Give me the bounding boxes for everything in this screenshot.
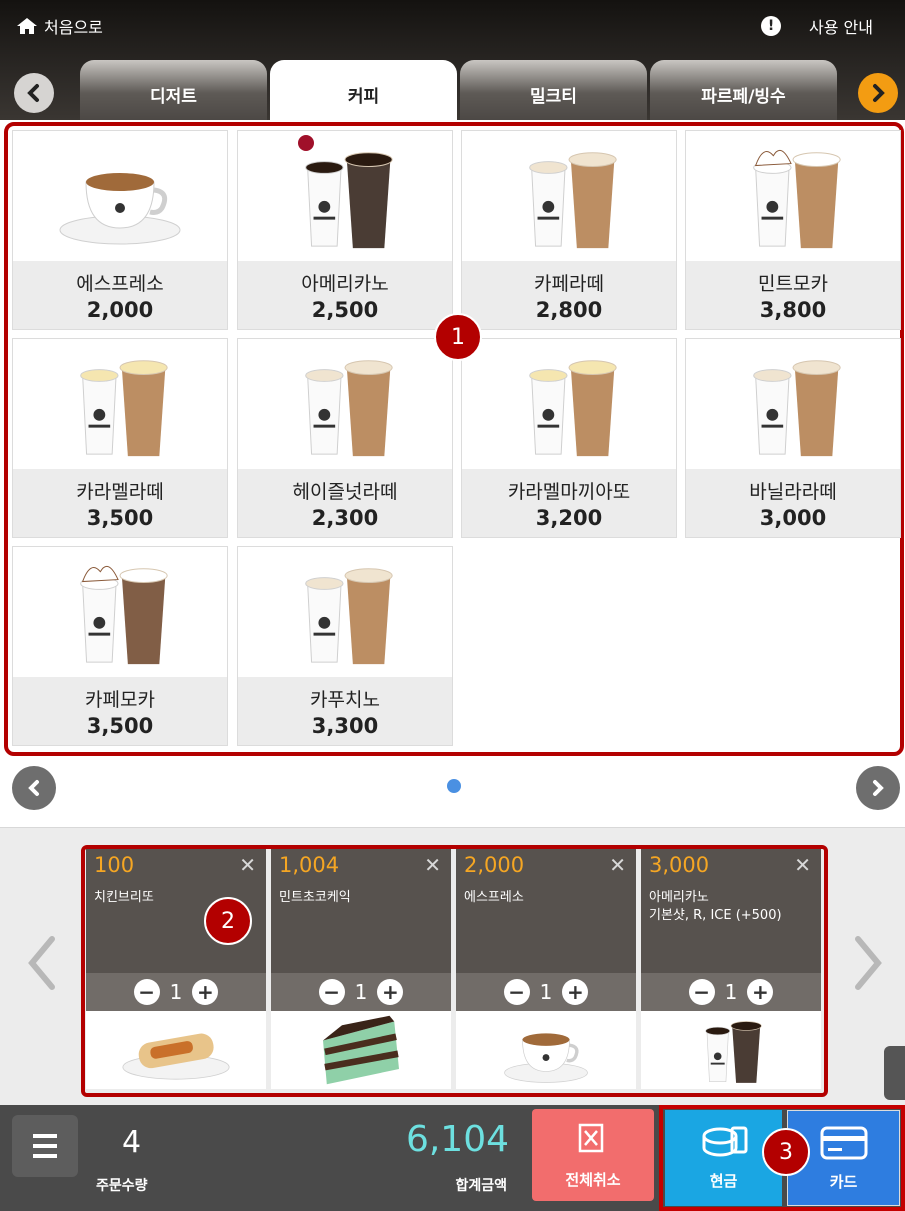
menu-item-price: 3,800 [759,298,827,322]
top-bar: 처음으로 ! 사용 안내 디저트 커피 밀크티 파르페/빙수 [0,0,905,120]
alert-icon: ! [761,16,782,36]
menu-item-card[interactable]: 카라멜마끼아또 3,200 [461,338,677,538]
home-label: 처음으로 [44,18,103,37]
menu-item-price: 3,300 [311,714,379,738]
menu-item-card[interactable]: 아메리카노 2,500 [237,130,453,330]
tab-next-button[interactable] [858,73,898,113]
tab-milk-tea[interactable]: 밀크티 [460,60,647,120]
tab-coffee[interactable]: 커피 [270,60,457,120]
menu-item-name: 바닐라라떼 [749,481,837,503]
latte-cups-icon [686,339,900,471]
home-button[interactable]: 처음으로 [16,14,103,38]
menu-item-name: 카라멜라떼 [76,481,164,503]
page-prev-button[interactable] [12,766,56,810]
total-amount-label: 합계금액 [455,1178,507,1194]
new-badge-icon [298,135,314,151]
menu-item-card[interactable]: 카페모카 3,500 [12,546,228,746]
latte-cups-icon [238,547,452,679]
menu-item-price: 3,200 [535,506,603,530]
menu-item-price: 2,500 [311,298,379,322]
cancel-all-button[interactable]: 전체취소 [532,1109,654,1201]
menu-item-card[interactable]: 카페라떼 2,800 [461,130,677,330]
callout-badge-3: 3 [762,1128,810,1176]
side-handle[interactable] [884,1046,905,1100]
chevron-right-icon [873,780,884,796]
cart-next-button[interactable] [852,935,884,995]
help-button[interactable]: ! 사용 안내 [761,14,873,38]
total-amount: 6,104 [405,1119,509,1160]
chevron-left-icon [27,84,39,102]
latte-cups-icon [238,339,452,471]
home-icon [17,18,37,34]
kiosk-app: 처음으로 ! 사용 안내 디저트 커피 밀크티 파르페/빙수 에스프레소 2,0… [0,0,905,1211]
tab-dessert[interactable]: 디저트 [80,60,267,120]
help-label: 사용 안내 [809,18,873,37]
caramel-drink-icon [13,339,227,471]
menu-item-name: 헤이즐넛라떼 [292,481,398,503]
mocha-drink-icon [13,547,227,679]
menu-item-price: 2,000 [86,298,154,322]
chevron-left-icon [28,780,39,796]
category-tabs: 디저트 커피 밀크티 파르페/빙수 [80,60,840,120]
espresso-cup-icon [13,131,227,263]
page-indicator-dot [447,779,461,793]
menu-item-card[interactable]: 카라멜라떼 3,500 [12,338,228,538]
menu-item-card[interactable]: 카푸치노 3,300 [237,546,453,746]
tab-parfait[interactable]: 파르페/빙수 [650,60,837,120]
order-count-label: 주문수량 [96,1178,148,1194]
cream-drink-icon [686,131,900,263]
menu-item-name: 카푸치노 [310,689,380,711]
cancel-all-label: 전체취소 [565,1171,621,1189]
cancel-receipt-icon [578,1123,604,1153]
menu-item-card[interactable]: 에스프레소 2,000 [12,130,228,330]
menu-item-price: 3,000 [759,506,827,530]
menu-item-name: 민트모카 [758,273,828,295]
americano-cups-icon [238,131,452,263]
cart-highlight-frame [81,845,828,1097]
chevron-left-icon [28,936,55,990]
menu-item-price: 3,500 [86,714,154,738]
cart-prev-button[interactable] [26,935,58,995]
menu-item-name: 에스프레소 [76,273,164,295]
callout-badge-2: 2 [204,897,252,945]
menu-item-price: 2,300 [311,506,379,530]
hamburger-menu-button[interactable] [12,1115,78,1177]
menu-item-price: 2,800 [535,298,603,322]
menu-item-card[interactable]: 바닐라라떼 3,000 [685,338,901,538]
tab-prev-button[interactable] [14,73,54,113]
order-count: 4 [122,1125,142,1160]
menu-item-card[interactable]: 헤이즐넛라떼 2,300 [237,338,453,538]
menu-item-name: 아메리카노 [301,273,389,295]
menu-item-price: 3,500 [86,506,154,530]
menu-item-card[interactable]: 민트모카 3,800 [685,130,901,330]
page-next-button[interactable] [856,766,900,810]
chevron-right-icon [855,936,882,990]
latte-cups-icon [462,131,676,263]
menu-item-name: 카페라떼 [534,273,604,295]
menu-item-name: 카페모카 [85,689,155,711]
menu-item-name: 카라멜마끼아또 [507,481,631,503]
caramel-drink-icon [462,339,676,471]
hamburger-icon [33,1134,57,1138]
chevron-right-icon [873,84,885,102]
callout-badge-1: 1 [434,313,482,361]
